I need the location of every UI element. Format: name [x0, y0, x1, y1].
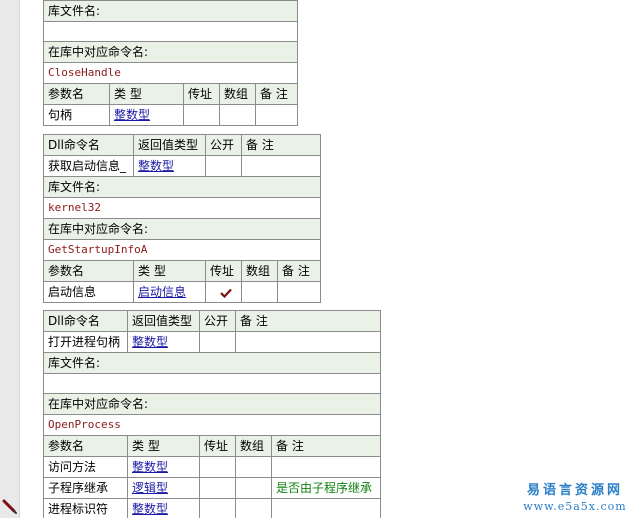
- lib-command-value[interactable]: CloseHandle: [42, 62, 299, 84]
- table-row: 句柄 整数型: [43, 104, 299, 126]
- param-byref[interactable]: [199, 456, 236, 478]
- dll-public[interactable]: [199, 331, 236, 353]
- lib-file-value[interactable]: kernel32: [42, 197, 322, 219]
- param-array[interactable]: [235, 498, 272, 518]
- dll-header-return: 返回值类型: [133, 134, 206, 156]
- param-header-array: 数组: [219, 83, 256, 105]
- dll-header-row: Dll命令名 返回值类型 公开 备 注: [43, 134, 322, 156]
- lib-file-value[interactable]: [42, 373, 382, 394]
- param-type-cell[interactable]: 整数型: [127, 456, 200, 478]
- watermark-url: www.e5a5x.com: [523, 500, 627, 513]
- dll-command-row: 获取启动信息_ 整数型: [43, 155, 322, 177]
- param-header-type: 类 型: [127, 435, 200, 457]
- code-editor-view: 库文件名: 在库中对应命令名: CloseHandle 参数名 类 型 传址 数…: [0, 0, 643, 518]
- param-array[interactable]: [235, 456, 272, 478]
- param-header-name: 参数名: [43, 260, 134, 282]
- dll-command-row: 打开进程句柄 整数型: [43, 331, 382, 353]
- lib-file-value[interactable]: [42, 21, 299, 42]
- param-header-note: 备 注: [254, 83, 299, 105]
- lib-command-label: 在库中对应命令名:: [42, 393, 382, 415]
- dll-command-name[interactable]: 获取启动信息_: [43, 155, 134, 177]
- param-array[interactable]: [235, 477, 272, 499]
- table-row: 访问方法 整数型: [43, 456, 382, 478]
- param-header-type: 类 型: [133, 260, 206, 282]
- lib-file-label: 库文件名:: [42, 352, 382, 374]
- param-type-link[interactable]: 启动信息: [138, 285, 186, 299]
- dll-header-name: Dll命令名: [43, 134, 134, 156]
- param-name[interactable]: 启动信息: [43, 281, 134, 303]
- lib-command-label: 在库中对应命令名:: [42, 218, 322, 240]
- dll-header-return: 返回值类型: [127, 310, 200, 332]
- param-header-array: 数组: [235, 435, 272, 457]
- dll-block-getstartupinfo: Dll命令名 返回值类型 公开 备 注 获取启动信息_ 整数型 库文件名: ke…: [42, 134, 322, 303]
- lib-file-label: 库文件名:: [42, 176, 322, 198]
- dll-header-row: Dll命令名 返回值类型 公开 备 注: [43, 310, 382, 332]
- param-type-cell[interactable]: 启动信息: [133, 281, 206, 303]
- param-type-link[interactable]: 整数型: [132, 460, 168, 474]
- dll-header-public: 公开: [199, 310, 236, 332]
- lib-command-value[interactable]: GetStartupInfoA: [42, 239, 322, 261]
- param-byref[interactable]: [205, 281, 242, 303]
- dll-header-public: 公开: [205, 134, 242, 156]
- editor-gutter[interactable]: [0, 0, 20, 518]
- dll-header-note: 备 注: [234, 310, 382, 332]
- dll-block-openprocess: Dll命令名 返回值类型 公开 备 注 打开进程句柄 整数型 库文件名: 在库中…: [42, 310, 382, 518]
- table-row: 子程序继承 逻辑型 是否由子程序继承: [43, 477, 382, 499]
- dll-note[interactable]: [240, 155, 322, 177]
- param-type-cell[interactable]: 整数型: [109, 104, 184, 126]
- dll-block-closehandle: 库文件名: 在库中对应命令名: CloseHandle 参数名 类 型 传址 数…: [42, 0, 299, 126]
- dll-return-cell[interactable]: 整数型: [133, 155, 206, 177]
- lib-file-label: 库文件名:: [42, 0, 299, 22]
- watermark-title: 易语言资源网: [526, 483, 623, 498]
- dll-public[interactable]: [205, 155, 242, 177]
- param-type-cell[interactable]: 整数型: [127, 498, 200, 518]
- param-note[interactable]: [270, 498, 382, 518]
- dll-header-name: Dll命令名: [43, 310, 128, 332]
- dll-return-type-link[interactable]: 整数型: [132, 335, 168, 349]
- param-header-byref: 传址: [183, 83, 220, 105]
- param-type-link[interactable]: 整数型: [132, 502, 168, 516]
- param-header-byref: 传址: [205, 260, 242, 282]
- param-byref[interactable]: [183, 104, 220, 126]
- param-byref[interactable]: [199, 498, 236, 518]
- param-header-byref: 传址: [199, 435, 236, 457]
- param-header-note: 备 注: [270, 435, 382, 457]
- param-header-name: 参数名: [43, 83, 110, 105]
- checkmark-icon: [219, 288, 232, 298]
- param-note[interactable]: [270, 456, 382, 478]
- lib-command-value[interactable]: OpenProcess: [42, 414, 382, 436]
- table-row: 进程标识符 整数型: [43, 498, 382, 518]
- param-header-row: 参数名 类 型 传址 数组 备 注: [43, 435, 382, 457]
- param-name[interactable]: 进程标识符: [43, 498, 128, 518]
- param-type-cell[interactable]: 逻辑型: [127, 477, 200, 499]
- dll-note[interactable]: [234, 331, 382, 353]
- param-type-link[interactable]: 整数型: [114, 108, 150, 122]
- param-note[interactable]: 是否由子程序继承: [270, 477, 382, 499]
- param-header-name: 参数名: [43, 435, 128, 457]
- site-watermark: 易语言资源网 www.e5a5x.com: [512, 482, 638, 514]
- dll-return-type-link[interactable]: 整数型: [138, 159, 174, 173]
- param-header-note: 备 注: [276, 260, 322, 282]
- param-array[interactable]: [241, 281, 278, 303]
- param-header-array: 数组: [241, 260, 278, 282]
- param-header-row: 参数名 类 型 传址 数组 备 注: [43, 83, 299, 105]
- param-header-row: 参数名 类 型 传址 数组 备 注: [43, 260, 322, 282]
- param-name[interactable]: 句柄: [43, 104, 110, 126]
- dll-command-name[interactable]: 打开进程句柄: [43, 331, 128, 353]
- param-header-type: 类 型: [109, 83, 184, 105]
- dll-header-note: 备 注: [240, 134, 322, 156]
- table-row: 启动信息 启动信息: [43, 281, 322, 303]
- param-type-link[interactable]: 逻辑型: [132, 481, 168, 495]
- pencil-icon: [2, 499, 17, 514]
- param-note[interactable]: [276, 281, 322, 303]
- param-array[interactable]: [219, 104, 256, 126]
- param-note[interactable]: [254, 104, 299, 126]
- dll-return-cell[interactable]: 整数型: [127, 331, 200, 353]
- param-name[interactable]: 访问方法: [43, 456, 128, 478]
- param-name[interactable]: 子程序继承: [43, 477, 128, 499]
- param-byref[interactable]: [199, 477, 236, 499]
- lib-command-label: 在库中对应命令名:: [42, 41, 299, 63]
